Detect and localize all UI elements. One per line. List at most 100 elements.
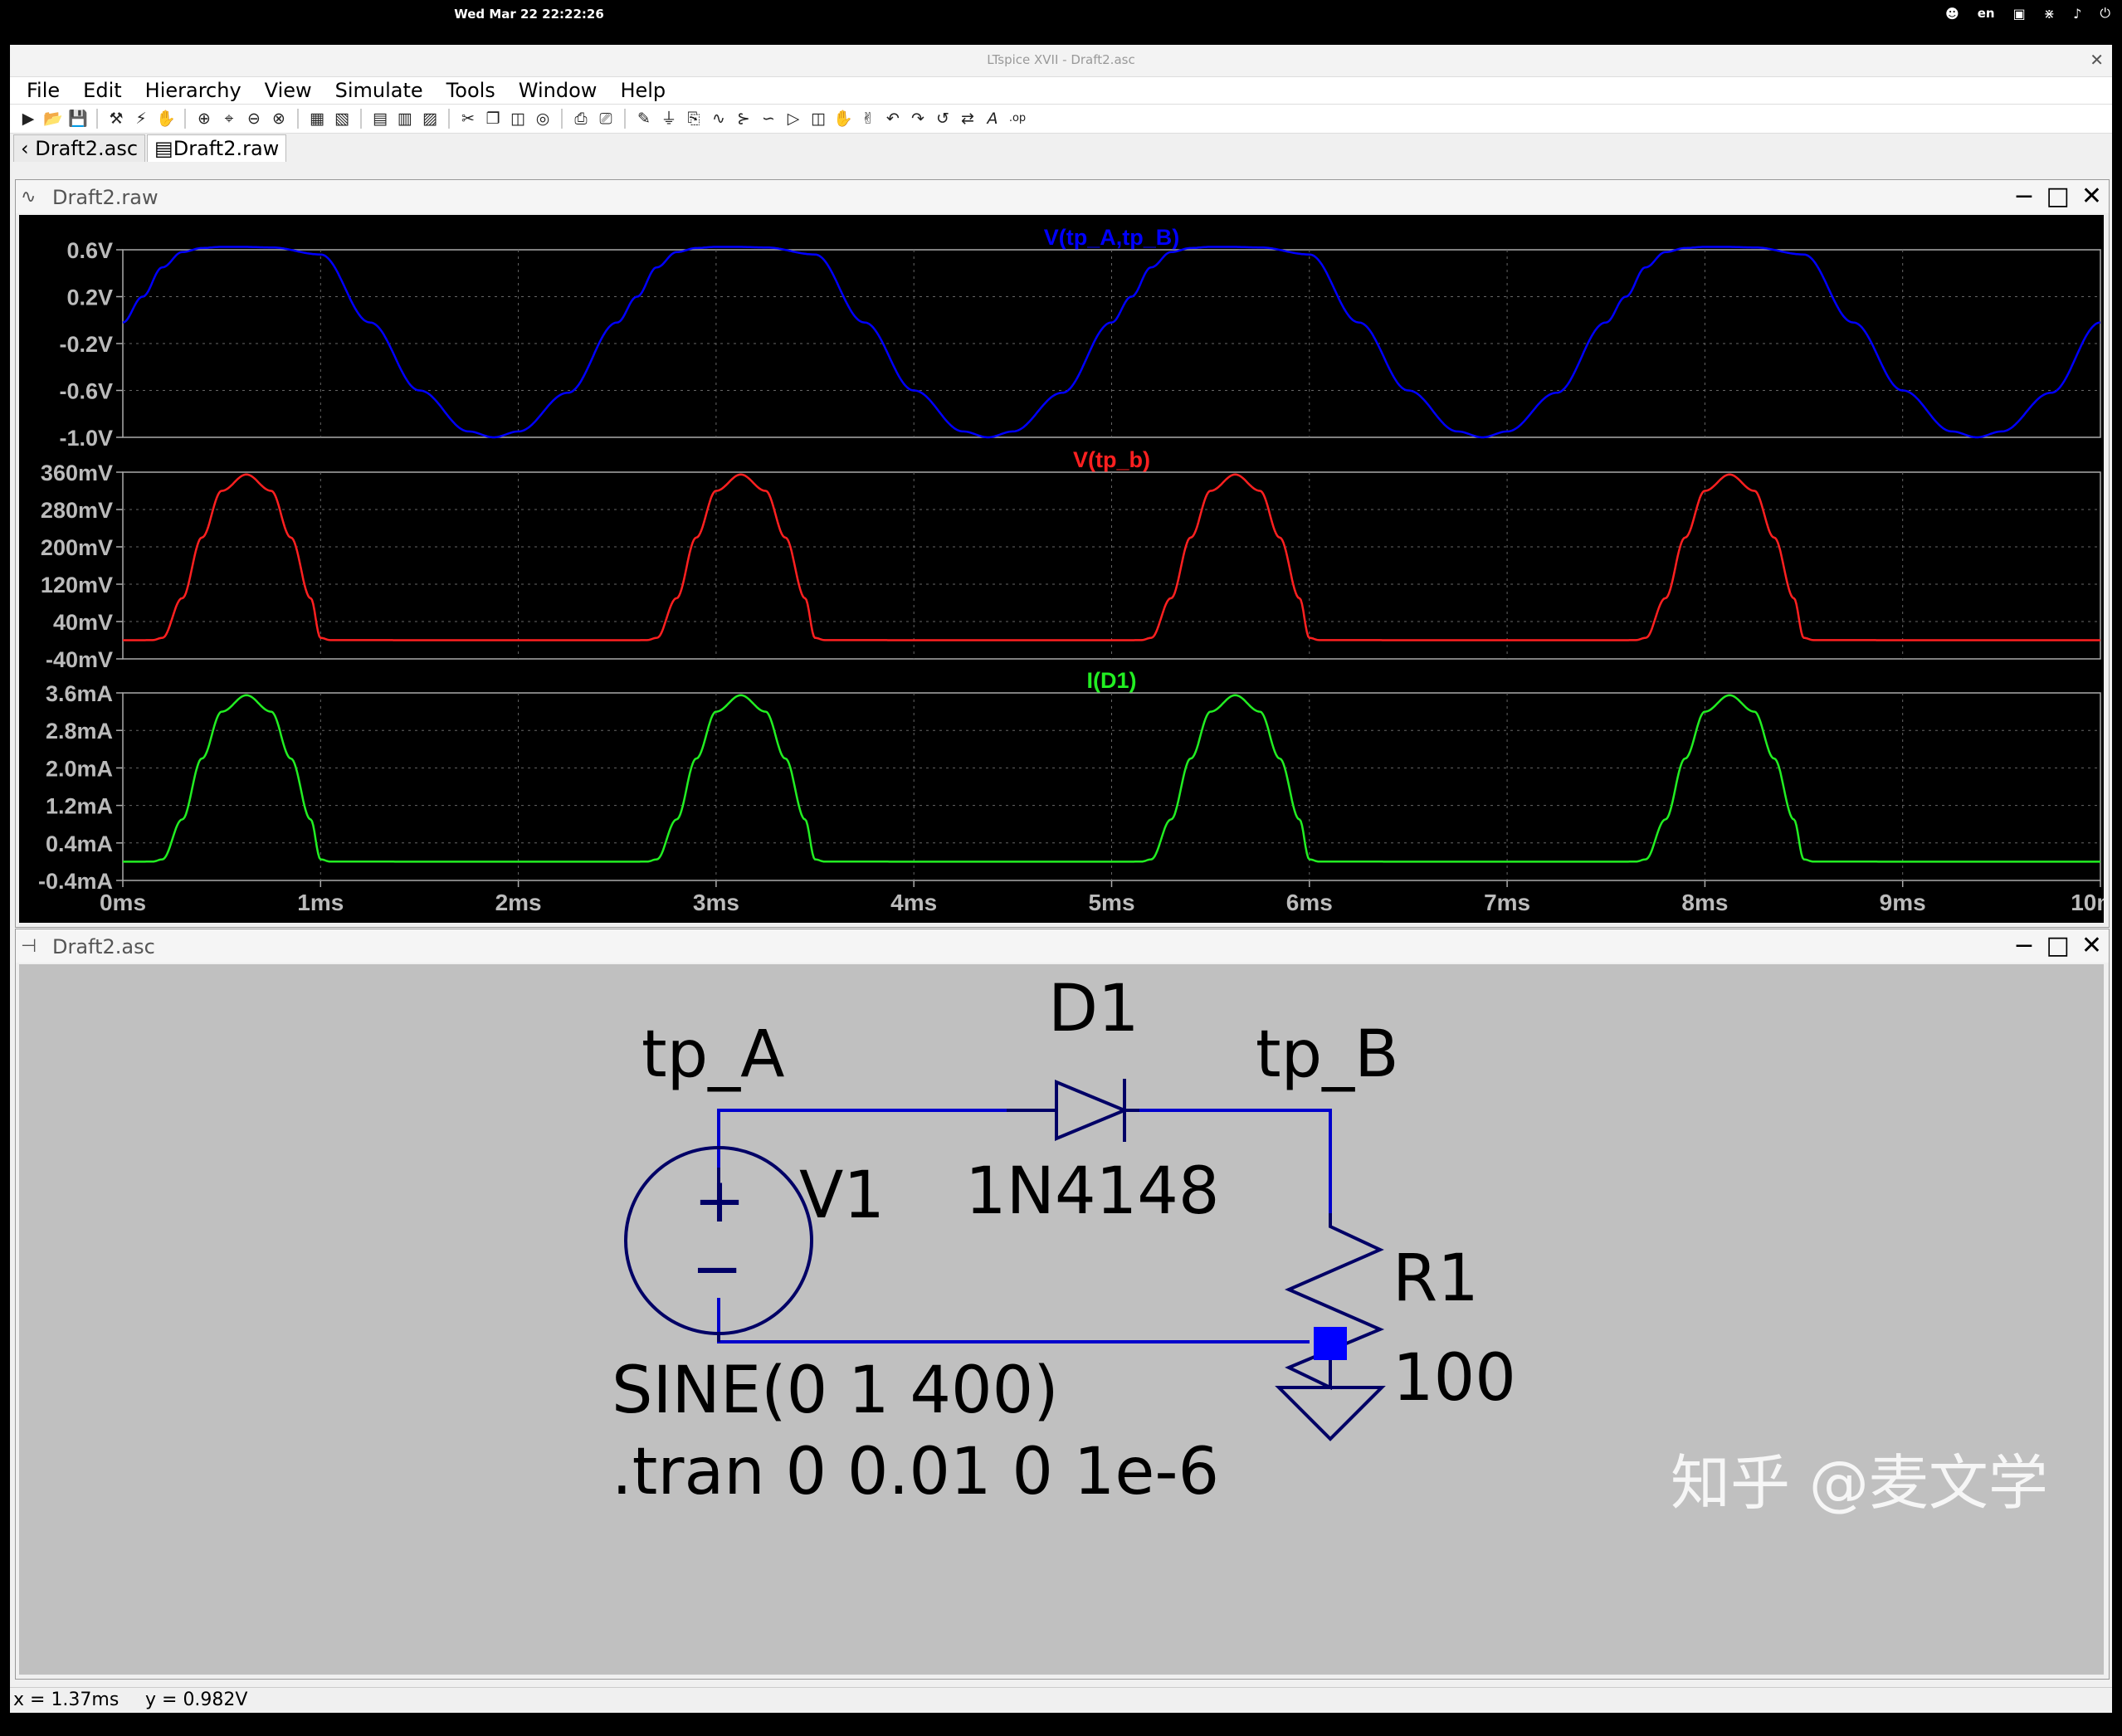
menu-window[interactable]: Window xyxy=(519,79,598,102)
label-net-icon[interactable]: ⎘ xyxy=(684,109,704,129)
redo-icon[interactable]: ↷ xyxy=(908,109,928,129)
power-icon[interactable]: ⏻ xyxy=(2100,5,2110,22)
menu-view[interactable]: View xyxy=(265,79,312,102)
pan-icon[interactable]: ⌖ xyxy=(219,109,239,129)
network-icon[interactable]: ▣ xyxy=(2013,6,2026,22)
zoom-in-icon[interactable]: ⊕ xyxy=(194,109,214,129)
print-icon[interactable]: ⎙ xyxy=(571,109,591,129)
window-titlebar[interactable]: LTspice XVII - Draft2.asc ✕ xyxy=(10,45,2112,77)
accessibility-icon[interactable]: ☻ xyxy=(1945,6,1959,22)
schematic-window-titlebar[interactable]: ⊣ Draft2.asc − □ ✕ xyxy=(16,929,2109,963)
net-label-tp-b[interactable]: tp_B xyxy=(1256,1017,1399,1092)
y-tick-label: -40mV xyxy=(46,647,113,672)
maximize-icon[interactable]: □ xyxy=(2046,182,2070,211)
y-tick-label: 2.8mA xyxy=(46,719,113,744)
undo-icon[interactable]: ↶ xyxy=(883,109,903,129)
diode-icon[interactable]: ▷ xyxy=(783,109,803,129)
tab-label: Draft2.asc xyxy=(35,137,139,160)
resistor-icon[interactable]: ∿ xyxy=(709,109,729,129)
text-icon[interactable]: A xyxy=(983,109,1002,129)
status-bar: x = 1.37ms y = 0.982V xyxy=(10,1687,2112,1713)
diode-ref-label[interactable]: D1 xyxy=(1048,972,1139,1046)
tile-vertical-icon[interactable]: ▨ xyxy=(420,109,440,129)
x-tick-label: 10ms xyxy=(2071,890,2104,915)
minimize-icon[interactable]: − xyxy=(2013,931,2034,960)
ground-icon[interactable]: ⏚ xyxy=(659,109,679,129)
waveform-window-titlebar[interactable]: ∿ Draft2.raw − □ ✕ xyxy=(16,180,2109,213)
rotate-icon[interactable]: ↺ xyxy=(933,109,953,129)
component-icon[interactable]: ◫ xyxy=(808,109,828,129)
resistor-r1[interactable] xyxy=(1284,1213,1385,1391)
waveform-window-name: Draft2.raw xyxy=(52,186,159,209)
volume-icon[interactable]: ♪ xyxy=(2073,6,2081,22)
source-ref-label[interactable]: V1 xyxy=(799,1158,885,1233)
maximize-icon[interactable]: □ xyxy=(2046,931,2070,960)
x-tick-label: 1ms xyxy=(297,890,344,915)
cascade-icon[interactable]: ▥ xyxy=(395,109,415,129)
y-tick-label: -1.0V xyxy=(59,426,113,451)
new-schematic-icon[interactable]: ▶ xyxy=(18,109,38,129)
run-icon[interactable]: ⚡ xyxy=(131,109,151,129)
diode-d1[interactable] xyxy=(1007,1079,1139,1142)
control-panel-icon[interactable]: ⚒ xyxy=(106,109,126,129)
y-tick-label: 280mV xyxy=(41,498,113,523)
halt-icon[interactable]: ✋ xyxy=(156,109,176,129)
capacitor-icon[interactable]: ⊱ xyxy=(734,109,754,129)
plot-area[interactable]: 0.6V 0.2V -0.2V -0.6V -1.0V V(tp_A,tp_B) 360mV… xyxy=(19,215,2122,923)
x-tick-label: 9ms xyxy=(1880,890,1926,915)
cut-icon[interactable]: ✂ xyxy=(458,109,478,129)
y-tick-label: 3.6mA xyxy=(46,681,113,706)
spice-directive[interactable]: .tran 0 0.01 0 1e-6 xyxy=(612,1435,1219,1509)
draw-wire-icon[interactable]: ✎ xyxy=(634,109,654,129)
ground-junction-node[interactable] xyxy=(1314,1327,1347,1360)
tab-draft2-asc[interactable]: ‹ Draft2.asc xyxy=(13,134,146,162)
resistor-ref-label[interactable]: R1 xyxy=(1393,1241,1479,1316)
wire-v1-bottom[interactable] xyxy=(717,1298,1310,1343)
tile-horizontal-icon[interactable]: ▤ xyxy=(370,109,390,129)
print-preview-icon[interactable]: ⎚ xyxy=(596,109,616,129)
bluetooth-icon[interactable]: ⋇ xyxy=(2044,6,2055,22)
zoom-out-icon[interactable]: ⊖ xyxy=(244,109,264,129)
resistor-value-label[interactable]: 100 xyxy=(1393,1341,1516,1416)
menu-tools[interactable]: Tools xyxy=(446,79,495,102)
language-indicator[interactable]: en xyxy=(1978,6,1995,21)
toolbar-separator xyxy=(184,109,186,129)
system-clock[interactable]: Wed Mar 22 22:22:26 xyxy=(0,7,1058,22)
schematic-drawing[interactable]: + − tp_A D1 tp_B 1N4148 V1 R1 100 SINE(0… xyxy=(19,964,2104,1675)
copy-icon[interactable]: ❐ xyxy=(483,109,503,129)
system-tray: ☻ en ▣ ⋇ ♪ ⏻ xyxy=(1945,5,2110,22)
drag-icon[interactable]: ✌ xyxy=(858,109,878,129)
move-icon[interactable]: ✋ xyxy=(833,109,853,129)
toolbar-separator xyxy=(297,109,299,129)
minimize-icon[interactable]: − xyxy=(2013,182,2034,211)
menu-file[interactable]: File xyxy=(27,79,60,102)
waveform-plot[interactable]: 0.6V 0.2V -0.2V -0.6V -1.0V V(tp_A,tp_B) 360mV… xyxy=(19,215,2122,923)
menu-edit[interactable]: Edit xyxy=(83,79,121,102)
wire-top-left[interactable] xyxy=(717,1109,1007,1126)
y-tick-label: 40mV xyxy=(53,610,113,635)
diode-model-label[interactable]: 1N4148 xyxy=(965,1154,1219,1229)
find-icon[interactable]: ◎ xyxy=(533,109,553,129)
close-window-button[interactable]: ✕ xyxy=(2090,50,2104,70)
net-label-tp-a[interactable]: tp_A xyxy=(641,1017,784,1092)
inductor-icon[interactable]: ∽ xyxy=(759,109,778,129)
delete-plot-icon[interactable]: ▧ xyxy=(332,109,352,129)
mirror-icon[interactable]: ⇄ xyxy=(958,109,978,129)
open-icon[interactable]: 📂 xyxy=(43,109,63,129)
close-icon[interactable]: ✕ xyxy=(2081,931,2102,960)
y-tick-label: 1.2mA xyxy=(46,794,113,819)
x-tick-label: 4ms xyxy=(890,890,937,915)
spice-directive-icon[interactable]: .op xyxy=(1007,109,1027,129)
menu-hierarchy[interactable]: Hierarchy xyxy=(145,79,241,102)
tab-draft2-raw[interactable]: ▤Draft2.raw xyxy=(147,134,287,162)
autorange-icon[interactable]: ▦ xyxy=(307,109,327,129)
menu-help[interactable]: Help xyxy=(620,79,666,102)
y-tick-label: 120mV xyxy=(41,573,113,597)
close-icon[interactable]: ✕ xyxy=(2081,182,2102,211)
schematic-canvas[interactable]: + − tp_A D1 tp_B 1N4148 V1 R1 100 SINE(0… xyxy=(19,964,2104,1675)
source-value-label[interactable]: SINE(0 1 400) xyxy=(612,1353,1059,1428)
save-icon[interactable]: 💾 xyxy=(68,109,88,129)
paste-icon[interactable]: ◫ xyxy=(508,109,528,129)
zoom-fit-icon[interactable]: ⊗ xyxy=(269,109,289,129)
menu-simulate[interactable]: Simulate xyxy=(335,79,423,102)
